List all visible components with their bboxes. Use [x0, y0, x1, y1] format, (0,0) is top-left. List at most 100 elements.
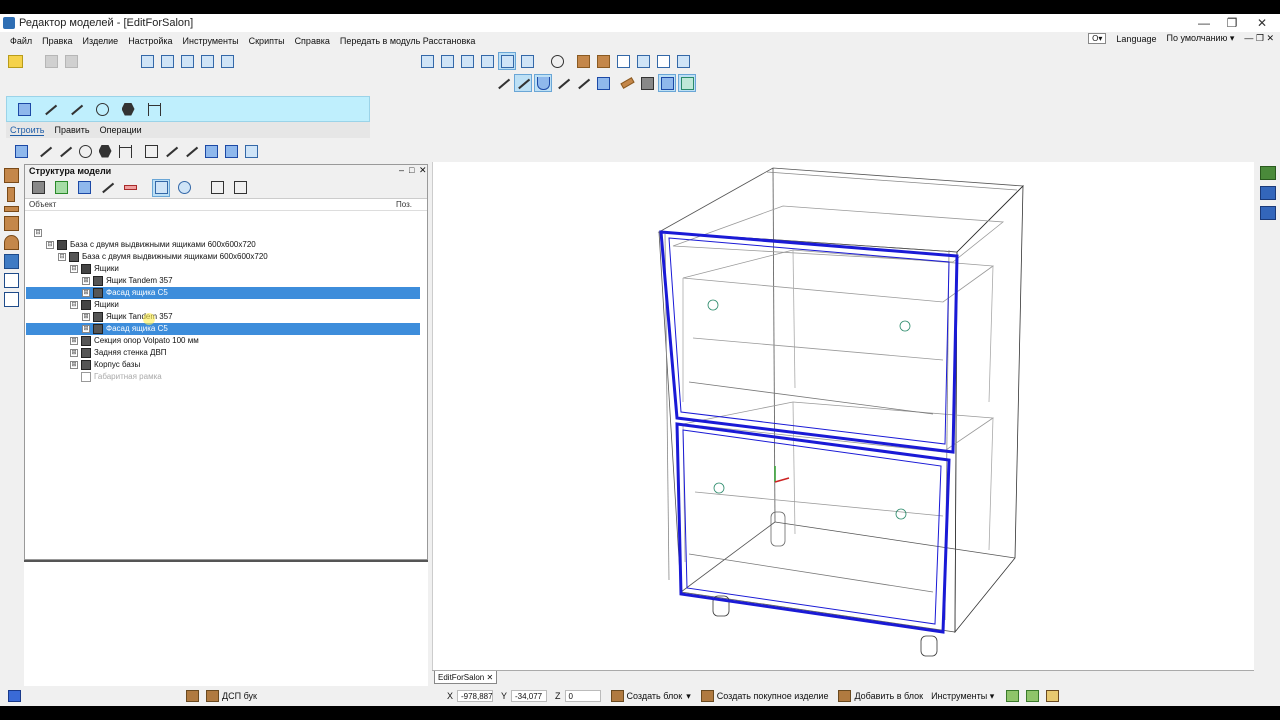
tree-row[interactable]: ⊞ Задняя стенка ДВП [26, 347, 420, 359]
menu-settings[interactable]: Настройка [128, 36, 172, 46]
layer-stack-button[interactable] [1260, 206, 1276, 220]
build-offset-button[interactable] [67, 100, 85, 118]
struct-add-button[interactable] [52, 179, 70, 197]
select-mode-button[interactable] [658, 74, 676, 92]
fitting-button[interactable] [3, 254, 19, 269]
struct-group-button[interactable] [231, 179, 249, 197]
create-purchased-button[interactable]: Создать покупное изделие [717, 691, 829, 701]
expand-icon[interactable]: ⊞ [82, 325, 90, 333]
build-circle-button[interactable] [93, 100, 111, 118]
snap-magnet-button[interactable] [534, 74, 552, 92]
collapse-icon[interactable]: ⊟ [70, 265, 78, 273]
create-block-button[interactable]: Создать блок [627, 691, 683, 701]
render-solid-button[interactable] [574, 52, 592, 70]
tree-row[interactable]: ⊟ База с двумя выдвижными ящиками 600x600… [26, 239, 420, 251]
view-grid-icon[interactable] [1006, 690, 1020, 702]
tab-operations[interactable]: Операции [100, 125, 142, 135]
tree-row[interactable]: ⊞ Фасад ящика С5 [26, 323, 420, 335]
profile-button[interactable] [3, 235, 19, 250]
render-xray-button[interactable] [634, 52, 652, 70]
material-picker-icon[interactable] [186, 690, 199, 702]
menu-help[interactable]: Справка [295, 36, 330, 46]
zoom-window-button[interactable] [158, 52, 176, 70]
close-button[interactable]: ✕ [1244, 14, 1280, 32]
expand-icon[interactable]: ⊞ [70, 337, 78, 345]
sec-chamfer-button[interactable] [162, 142, 180, 160]
tree-row[interactable]: ⊟ Ящики [26, 299, 420, 311]
split-vertical-button[interactable] [3, 273, 19, 288]
y-coordinate-field[interactable]: -34,077 [511, 690, 547, 702]
view-left-button[interactable] [438, 52, 456, 70]
view-top-button[interactable] [478, 52, 496, 70]
struct-select-button[interactable] [152, 178, 170, 197]
menu-send-to-layout[interactable]: Передать в модуль Расстановка [340, 36, 476, 46]
panel-close-button[interactable]: ✕ [419, 165, 427, 176]
struct-link-button[interactable] [98, 179, 116, 197]
build-polygon-button[interactable] [119, 100, 137, 118]
redo-button[interactable] [62, 52, 80, 70]
add-to-block-button[interactable]: Добавить в блок [854, 691, 923, 701]
sec-grid-button[interactable] [222, 142, 240, 160]
vertical-panel-button[interactable] [7, 187, 15, 202]
layers-icon[interactable] [1046, 690, 1060, 702]
camera-button[interactable] [638, 74, 656, 92]
expand-icon[interactable]: ⊞ [82, 289, 90, 297]
panel-tool-button[interactable] [3, 168, 19, 183]
open-button[interactable] [6, 52, 24, 70]
menu-edit[interactable]: Правка [42, 36, 72, 46]
struct-visibility-button[interactable] [175, 179, 193, 197]
tab-edit[interactable]: Править [54, 125, 89, 135]
expand-icon[interactable]: ⊞ [82, 277, 90, 285]
expand-icon[interactable]: ⊞ [70, 361, 78, 369]
sec-sketch-button[interactable] [12, 142, 30, 160]
tree-row[interactable]: ⊟ [26, 227, 420, 239]
zoom-text-button[interactable] [218, 52, 236, 70]
tree-row[interactable]: ⊞ Фасад ящика С5 [26, 287, 420, 299]
layer-green-button[interactable] [1260, 166, 1276, 180]
expand-icon[interactable]: ⊞ [82, 313, 90, 321]
snap-node-button[interactable] [594, 74, 612, 92]
sec-mirror-button[interactable] [142, 142, 160, 160]
zoom-selection-button[interactable] [178, 52, 196, 70]
3d-viewport[interactable] [432, 162, 1254, 680]
sec-transform-button[interactable] [182, 142, 200, 160]
render-shaded-button[interactable] [594, 52, 612, 70]
tab-build[interactable]: Строить [10, 125, 45, 136]
snap-line-button[interactable] [514, 74, 532, 92]
struct-help-button[interactable] [75, 179, 93, 197]
tree-row[interactable]: Габаритная рамка [26, 371, 420, 383]
panel-minimize-button[interactable]: – [399, 165, 404, 175]
build-dimension-button[interactable] [145, 100, 163, 118]
tree-row[interactable]: ⊞ Корпус базы [26, 359, 420, 371]
sec-dimension-button[interactable] [116, 142, 134, 160]
help-icon[interactable] [8, 690, 21, 702]
sec-offset-button[interactable] [56, 142, 74, 160]
z-coordinate-field[interactable]: 0 [564, 690, 601, 702]
snap-axis-button[interactable] [494, 74, 512, 92]
collapse-icon[interactable]: ⊟ [58, 253, 66, 261]
rotate-button[interactable] [548, 52, 566, 70]
collapse-icon[interactable]: ⊟ [34, 229, 42, 237]
x-coordinate-field[interactable]: -978,887 [456, 690, 493, 702]
struct-tools-button[interactable] [29, 179, 47, 197]
frame-select-button[interactable] [678, 74, 696, 92]
panel-float-button[interactable]: □ [409, 165, 414, 175]
sec-line-button[interactable] [36, 142, 54, 160]
zoom-magnify-button[interactable] [198, 52, 216, 70]
view-iso-button[interactable] [498, 52, 516, 70]
tree-row[interactable]: ⊟ Ящики [26, 263, 420, 275]
language-menu[interactable]: Language [1116, 34, 1156, 44]
tree-row[interactable]: ⊞ Ящик Tandem 357 [26, 311, 420, 323]
column-object[interactable]: Объект [29, 200, 56, 209]
sec-array-button[interactable] [202, 142, 220, 160]
render-panels-button[interactable] [674, 52, 692, 70]
tree-row[interactable]: ⊞ Ящик Tandem 357 [26, 275, 420, 287]
layer-blue-button[interactable] [1260, 186, 1276, 200]
menu-tools[interactable]: Инструменты [183, 36, 239, 46]
collapse-icon[interactable]: ⊟ [70, 301, 78, 309]
horizontal-panel-button[interactable] [3, 206, 19, 212]
tree-row[interactable]: ⊟ База с двумя выдвижными ящиками 600x600… [26, 251, 420, 263]
tree-row[interactable]: ⊞ Секция опор Volpato 100 мм [26, 335, 420, 347]
struct-list-button[interactable] [208, 179, 226, 197]
preset-dropdown[interactable]: По умолчанию ▾ [1166, 33, 1234, 44]
